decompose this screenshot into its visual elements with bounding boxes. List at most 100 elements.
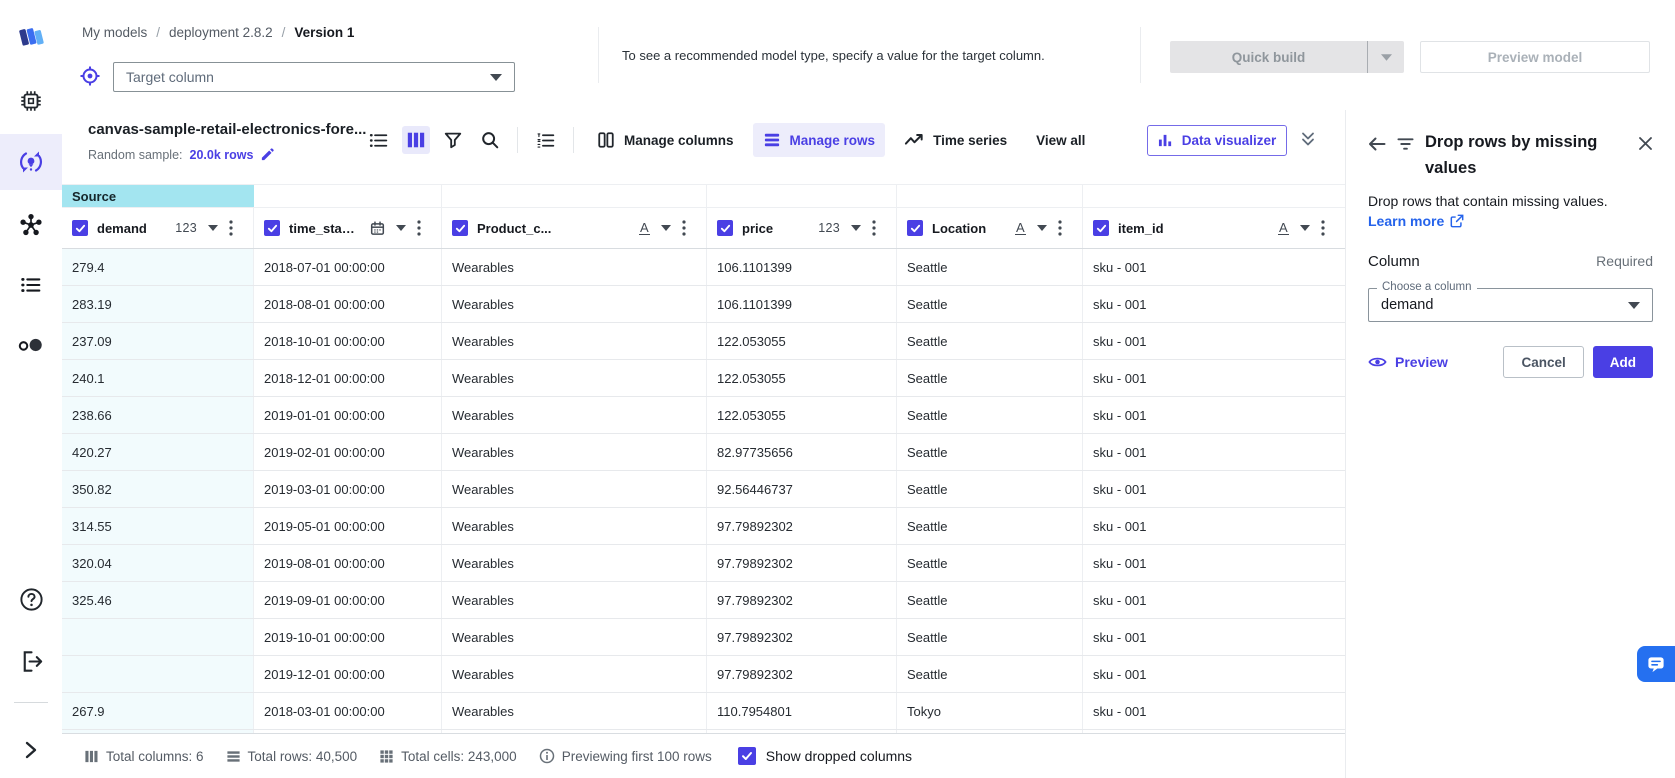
learn-more-link[interactable]: Learn more: [1368, 213, 1653, 229]
expand-chevron-icon: [24, 741, 38, 759]
chat-widget-button[interactable]: [1637, 646, 1675, 682]
time-series-button[interactable]: Time series: [894, 123, 1017, 157]
table-row[interactable]: 267.92018-03-01 00:00:00Wearables110.795…: [62, 693, 1345, 730]
kebab-menu-icon[interactable]: [1321, 220, 1325, 236]
table-row[interactable]: 283.192018-08-01 00:00:00Wearables106.11…: [62, 286, 1345, 323]
show-dropped-columns-toggle[interactable]: Show dropped columns: [738, 747, 912, 765]
table-row[interactable]: 420.272019-02-01 00:00:00Wearables82.977…: [62, 434, 1345, 471]
sample-size-link[interactable]: 20.0k rows: [190, 148, 254, 162]
external-link-icon: [1450, 214, 1464, 228]
pencil-icon[interactable]: [260, 147, 275, 162]
table-row[interactable]: 314.552019-05-01 00:00:00Wearables97.798…: [62, 508, 1345, 545]
panel-back-button[interactable]: [1368, 136, 1386, 152]
kebab-menu-icon[interactable]: [682, 220, 686, 236]
chevron-down-icon[interactable]: [851, 225, 861, 231]
table-row[interactable]: 237.092018-10-01 00:00:00Wearables122.05…: [62, 323, 1345, 360]
data-visualizer-button[interactable]: Data visualizer: [1147, 125, 1287, 156]
column-checkbox[interactable]: [452, 220, 468, 236]
show-dropped-columns-checkbox[interactable]: [738, 747, 756, 765]
dataset-title: canvas-sample-retail-electronics-fore...: [88, 121, 366, 138]
column-name: demand: [97, 221, 147, 236]
status-bar: Total columns: 6 Total rows: 40,500 Tota…: [62, 733, 1345, 778]
sidebar-item-help[interactable]: [0, 584, 62, 614]
breadcrumb-version: Version 1: [294, 25, 354, 40]
column-header-time_stamp[interactable]: time_stamp: [254, 208, 442, 248]
kebab-menu-icon[interactable]: [872, 220, 876, 236]
breadcrumb-my-models[interactable]: My models: [82, 25, 147, 40]
cell: sku - 001: [1083, 545, 1345, 581]
collapse-toolbar-button[interactable]: [1300, 131, 1316, 147]
check-icon: [267, 223, 278, 234]
table-body: 279.42018-07-01 00:00:00Wearables106.110…: [62, 249, 1345, 733]
text-type-label: A: [1015, 221, 1026, 235]
sidebar-item-datasets[interactable]: [0, 86, 62, 116]
filter-button[interactable]: [439, 126, 467, 154]
cancel-button[interactable]: Cancel: [1503, 346, 1583, 378]
sidebar-item-components[interactable]: [0, 210, 62, 240]
manage-columns-button[interactable]: Manage columns: [587, 123, 744, 157]
column-header-demand[interactable]: demand123: [62, 208, 254, 248]
table-row[interactable]: 238.662019-01-01 00:00:00Wearables122.05…: [62, 397, 1345, 434]
target-icon: [79, 65, 101, 87]
table-row[interactable]: 320.042019-08-01 00:00:00Wearables97.798…: [62, 545, 1345, 582]
model-refresh-icon: [17, 148, 45, 176]
panel-close-button[interactable]: [1638, 136, 1653, 151]
sidebar-expand-button[interactable]: [0, 738, 62, 762]
cell: Wearables: [442, 582, 707, 618]
column-checkbox[interactable]: [907, 220, 923, 236]
topbar: My models / deployment 2.8.2 / Version 1…: [62, 0, 1675, 111]
table-row[interactable]: 350.822019-03-01 00:00:00Wearables92.564…: [62, 471, 1345, 508]
table-row[interactable]: 2019-10-01 00:00:00Wearables97.79892302S…: [62, 619, 1345, 656]
source-band-row: Source: [62, 184, 1345, 208]
breadcrumb-deployment[interactable]: deployment 2.8.2: [169, 25, 273, 40]
column-checkbox[interactable]: [72, 220, 88, 236]
cell: 2019-02-01 00:00:00: [254, 434, 442, 470]
sidebar-item-models-active[interactable]: [0, 134, 62, 190]
table-row[interactable]: 2019-12-01 00:00:00Wearables97.79892302S…: [62, 656, 1345, 693]
preview-button[interactable]: Preview: [1368, 354, 1448, 370]
column-checkbox[interactable]: [1093, 220, 1109, 236]
table-row[interactable]: 279.42018-07-01 00:00:00Wearables106.110…: [62, 249, 1345, 286]
list-view-button[interactable]: [364, 126, 393, 155]
kebab-menu-icon[interactable]: [229, 220, 233, 236]
add-button[interactable]: Add: [1593, 346, 1653, 378]
sidebar-item-account[interactable]: [0, 330, 62, 360]
column-header-price[interactable]: price123: [707, 208, 897, 248]
quick-build-dropdown-button[interactable]: [1367, 41, 1404, 73]
column-checkbox[interactable]: [264, 220, 280, 236]
kebab-menu-icon[interactable]: [1058, 220, 1062, 236]
chevron-down-icon[interactable]: [1037, 225, 1047, 231]
cell: 97.79892302: [707, 582, 897, 618]
cell: Wearables: [442, 693, 707, 729]
table-row[interactable]: 325.462019-09-01 00:00:00Wearables97.798…: [62, 582, 1345, 619]
column-view-button[interactable]: [402, 126, 430, 154]
quick-build-button[interactable]: Quick build: [1170, 41, 1367, 73]
kebab-menu-icon[interactable]: [417, 220, 421, 236]
chevron-down-icon[interactable]: [1300, 225, 1310, 231]
table-row[interactable]: 240.12018-12-01 00:00:00Wearables122.053…: [62, 360, 1345, 397]
column-name: time_stamp: [289, 221, 361, 236]
search-button[interactable]: [476, 126, 504, 154]
view-all-button[interactable]: View all: [1026, 123, 1095, 157]
chevron-down-icon[interactable]: [661, 225, 671, 231]
chevron-down-icon[interactable]: [396, 225, 406, 231]
preview-model-button[interactable]: Preview model: [1420, 41, 1650, 73]
cell: [62, 656, 254, 692]
target-column-select[interactable]: Target column: [113, 62, 515, 92]
chevron-down-icon[interactable]: [208, 225, 218, 231]
manage-rows-button[interactable]: Manage rows: [753, 123, 886, 157]
numbered-list-button[interactable]: [531, 126, 560, 155]
calendar-icon: [370, 221, 385, 236]
chevron-down-icon: [490, 74, 502, 81]
choose-column-select[interactable]: Choose a column demand: [1368, 288, 1653, 322]
column-header-Product_c[interactable]: Product_c...A: [442, 208, 707, 248]
cell: 420.27: [62, 434, 254, 470]
column-header-item_id[interactable]: item_idA: [1083, 208, 1345, 248]
cell: 2018-12-01 00:00:00: [254, 360, 442, 396]
sidebar-item-logout[interactable]: [0, 646, 62, 676]
app-logo[interactable]: [0, 20, 62, 54]
cell: 122.053055: [707, 323, 897, 359]
column-checkbox[interactable]: [717, 220, 733, 236]
sidebar-item-list[interactable]: [0, 270, 62, 300]
column-header-Location[interactable]: LocationA: [897, 208, 1083, 248]
